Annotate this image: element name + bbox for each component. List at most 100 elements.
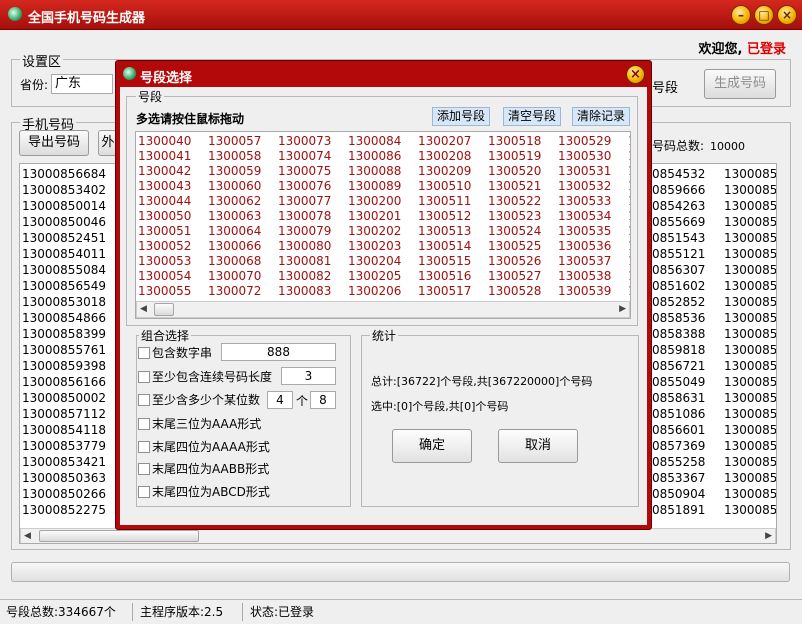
list-item[interactable]: 13000853 xyxy=(722,326,776,342)
list-item[interactable]: 0859818 xyxy=(650,342,720,358)
scroll-left-icon[interactable]: ◀ xyxy=(24,531,31,541)
segment-item[interactable]: 1 xyxy=(628,209,630,224)
minimize-button[interactable]: – xyxy=(731,5,751,25)
segment-item[interactable]: 1300534 xyxy=(558,209,628,224)
segment-item[interactable]: 1300043 xyxy=(138,179,208,194)
clear-segment-button[interactable]: 清空号段 xyxy=(503,107,561,126)
contains-input[interactable]: 888 xyxy=(221,343,336,361)
segment-item[interactable]: 1300081 xyxy=(278,254,348,269)
segment-item[interactable]: 1300040 xyxy=(138,134,208,149)
list-item[interactable]: 13000855084 xyxy=(20,262,130,278)
maximize-button[interactable]: □ xyxy=(754,5,774,25)
segment-item[interactable]: 1300521 xyxy=(488,179,558,194)
segment-item[interactable]: 1300522 xyxy=(488,194,558,209)
list-item[interactable]: 13000858 xyxy=(722,262,776,278)
option-aaaa[interactable]: 末尾四位为AAAA形式 xyxy=(138,438,270,456)
list-item[interactable]: 13000856 xyxy=(722,166,776,182)
segment-item[interactable]: 1300055 xyxy=(138,284,208,299)
segment-item[interactable]: 1 xyxy=(628,269,630,284)
list-item[interactable]: 0851602 xyxy=(650,278,720,294)
segment-item[interactable]: 1300200 xyxy=(348,194,418,209)
list-item[interactable]: 13000851 xyxy=(722,198,776,214)
segment-item[interactable]: 1 xyxy=(628,284,630,299)
list-item[interactable]: 0855258 xyxy=(650,454,720,470)
segment-item[interactable]: 1300044 xyxy=(138,194,208,209)
list-item[interactable]: 13000851 xyxy=(722,278,776,294)
segment-item[interactable]: 1300533 xyxy=(558,194,628,209)
segment-item[interactable]: 1300042 xyxy=(138,164,208,179)
segment-item[interactable]: 1300205 xyxy=(348,269,418,284)
scroll-right-icon[interactable]: ▶ xyxy=(765,531,772,541)
segment-item[interactable]: 1300539 xyxy=(558,284,628,299)
list-item[interactable]: 0851086 xyxy=(650,406,720,422)
segment-item[interactable]: 1300064 xyxy=(208,224,278,239)
segment-item[interactable]: 1 xyxy=(628,179,630,194)
list-item[interactable]: 13000857 xyxy=(722,310,776,326)
aaaa-checkbox[interactable] xyxy=(138,441,150,453)
segment-item[interactable]: 1300519 xyxy=(488,149,558,164)
scroll-right-icon[interactable]: ▶ xyxy=(619,304,626,314)
ok-button[interactable]: 确定 xyxy=(392,429,472,463)
list-item[interactable]: 0850904 xyxy=(650,486,720,502)
segment-item[interactable]: 1 xyxy=(628,194,630,209)
segment-item[interactable]: 1 xyxy=(628,149,630,164)
digit-value-input[interactable]: 8 xyxy=(310,391,336,409)
segment-item[interactable]: 1300207 xyxy=(418,134,488,149)
list-item[interactable]: 0856601 xyxy=(650,422,720,438)
list-item[interactable]: 13000859 xyxy=(722,358,776,374)
segment-item[interactable]: 1300060 xyxy=(208,179,278,194)
list-item[interactable]: 13000856549 xyxy=(20,278,130,294)
segment-item[interactable]: 1300066 xyxy=(208,239,278,254)
list-item[interactable]: 0858388 xyxy=(650,326,720,342)
segment-item[interactable]: 1300052 xyxy=(138,239,208,254)
list-item[interactable]: 13000850363 xyxy=(20,470,130,486)
segment-item[interactable]: 1300082 xyxy=(278,269,348,284)
segment-item[interactable]: 1300524 xyxy=(488,224,558,239)
segment-item[interactable]: 1300059 xyxy=(208,164,278,179)
segment-item[interactable]: 1300208 xyxy=(418,149,488,164)
segment-list[interactable]: 1111111111113005291300530130053113005321… xyxy=(135,131,631,319)
segment-item[interactable]: 1300088 xyxy=(348,164,418,179)
list-item[interactable]: 13000854118 xyxy=(20,422,130,438)
segment-item[interactable]: 1300515 xyxy=(418,254,488,269)
segment-item[interactable]: 1300068 xyxy=(208,254,278,269)
list-item[interactable]: 0857369 xyxy=(650,438,720,454)
list-item[interactable]: 13000852275 xyxy=(20,502,130,518)
list-item[interactable]: 0858631 xyxy=(650,390,720,406)
segment-item[interactable]: 1300513 xyxy=(418,224,488,239)
list-item[interactable]: 13000853421 xyxy=(20,454,130,470)
segment-item[interactable]: 1300054 xyxy=(138,269,208,284)
list-item[interactable]: 13000853 xyxy=(722,230,776,246)
segment-item[interactable]: 1300525 xyxy=(488,239,558,254)
list-item[interactable]: 0854263 xyxy=(650,198,720,214)
list-item[interactable]: 13000855 xyxy=(722,294,776,310)
province-select[interactable]: 广东 xyxy=(51,74,113,94)
consecutive-input[interactable]: 3 xyxy=(281,367,336,385)
segment-item[interactable]: 1300057 xyxy=(208,134,278,149)
segment-item[interactable]: 1300050 xyxy=(138,209,208,224)
segment-item[interactable]: 1300203 xyxy=(348,239,418,254)
list-item[interactable]: 0851543 xyxy=(650,230,720,246)
segment-item[interactable]: 1300511 xyxy=(418,194,488,209)
segment-item[interactable]: 1300206 xyxy=(348,284,418,299)
segment-item[interactable]: 1300520 xyxy=(488,164,558,179)
segment-item[interactable]: 1300079 xyxy=(278,224,348,239)
segment-item[interactable]: 1300526 xyxy=(488,254,558,269)
consecutive-checkbox[interactable] xyxy=(138,371,150,383)
dialog-close-button[interactable]: × xyxy=(626,65,645,84)
aaa-checkbox[interactable] xyxy=(138,418,150,430)
numbers-hscrollbar[interactable]: ◀ ▶ xyxy=(20,528,776,543)
list-item[interactable]: 13000858399 xyxy=(20,326,130,342)
segment-item[interactable]: 1300518 xyxy=(488,134,558,149)
abcd-checkbox[interactable] xyxy=(138,486,150,498)
segment-item[interactable]: 1300204 xyxy=(348,254,418,269)
list-item[interactable]: 13000852451 xyxy=(20,230,130,246)
segment-item[interactable]: 1300202 xyxy=(348,224,418,239)
option-digit-count[interactable]: 至少含多少个某位数 xyxy=(138,391,260,409)
segment-item[interactable]: 1300089 xyxy=(348,179,418,194)
option-aabb[interactable]: 末尾四位为AABB形式 xyxy=(138,460,269,478)
list-item[interactable]: 13000858 xyxy=(722,454,776,470)
list-item[interactable]: 13000850266 xyxy=(20,486,130,502)
segment-item[interactable]: 1300514 xyxy=(418,239,488,254)
list-item[interactable]: 13000855761 xyxy=(20,342,130,358)
